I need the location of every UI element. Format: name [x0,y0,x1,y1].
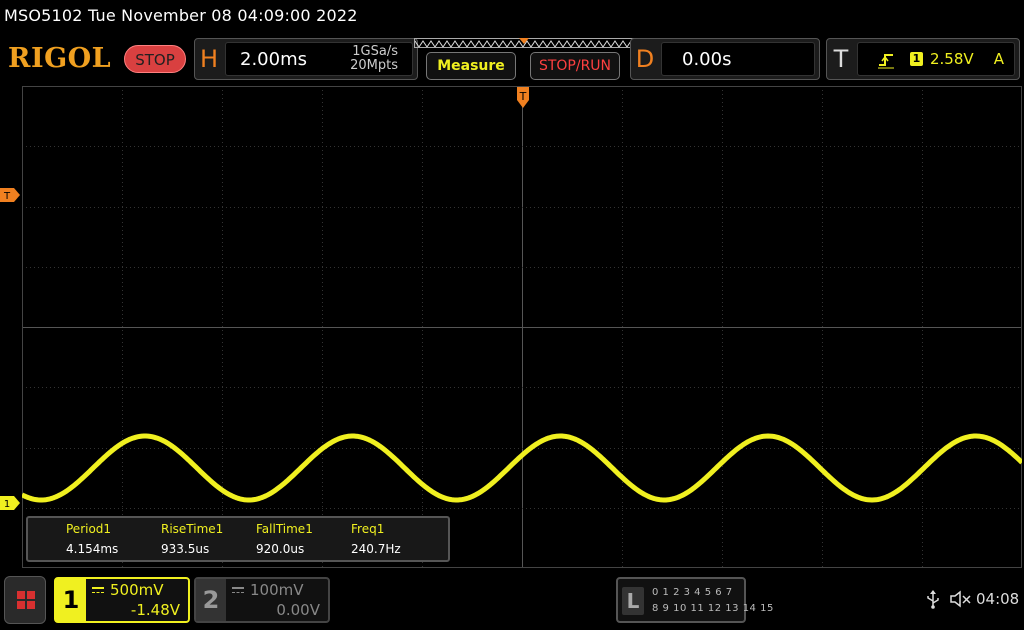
window-title: MSO5102 Tue November 08 04:09:00 2022 [4,6,358,25]
system-clock: 04:08 [976,590,1020,608]
measurement-value: 920.0us [256,542,305,556]
measurement-name: RiseTime1 [161,522,224,536]
measurement-value: 933.5us [161,542,210,556]
logic-channels-row1: 0 1 2 3 4 5 6 7 [652,587,733,598]
trigger-level-value: 2.58V [930,50,974,68]
menu-grid-icon [27,601,35,609]
channel1-marker-text: 1 [4,499,10,510]
channel2-scale: 100mV [250,581,304,599]
trigger-source-badge: 1 [910,52,923,66]
acquisition-info: 1GSa/s 20Mpts [350,45,398,73]
channel1-offset-marker[interactable]: 1 [0,496,20,510]
sample-rate: 1GSa/s [352,44,398,59]
channel1-number: 1 [56,579,86,621]
trigger-label: T [833,45,849,73]
measurement-period: Period1 4.154ms [66,522,118,556]
dc-coupling-icon [92,587,104,593]
horizontal-readout: 2.00ms 1GSa/s 20Mpts [225,42,413,76]
channel2-box[interactable]: 2 100mV 0.00V [194,577,330,623]
channel1-box[interactable]: 1 500mV -1.48V [54,577,190,623]
logic-channels-row2: 8 9 10 11 12 13 14 15 [652,603,774,614]
trigger-mode: A [993,50,1004,68]
usb-icon [927,590,939,609]
trigger-panel[interactable]: T 1 2.58V A [826,38,1020,80]
delay-label: D [635,45,655,73]
main-menu-button[interactable] [4,576,46,624]
trigger-readout: 1 2.58V A [857,42,1015,76]
run-state-indicator[interactable]: STOP [124,45,186,73]
stop-run-button[interactable]: STOP/RUN [530,52,620,80]
logic-label: L [622,587,644,615]
measurement-name: FallTime1 [256,522,313,536]
channel1-waveform [22,433,1022,503]
menu-grid-icon [17,601,25,609]
measurement-value: 4.154ms [66,542,119,556]
trigger-position-marker[interactable]: T [516,86,530,110]
speaker-muted-icon[interactable] [950,590,972,608]
channel1-trace [22,433,1022,503]
measurement-rise-time: RiseTime1 933.5us [161,522,223,556]
horizontal-label: H [199,45,219,73]
measurement-name: Period1 [66,522,112,536]
memory-depth: 20Mpts [350,58,398,73]
measurement-name: Freq1 [351,522,385,536]
delay-panel[interactable]: D 0.00s [630,38,820,80]
measurement-fall-time: FallTime1 920.0us [256,522,313,556]
trigger-level-text: T [3,191,11,202]
title-bar: MSO5102 Tue November 08 04:09:00 2022 [0,0,1024,34]
trigger-level-marker[interactable]: T [0,188,20,202]
horizontal-panel[interactable]: H 2.00ms 1GSa/s 20Mpts [194,38,418,80]
waveform-grid[interactable] [22,86,1022,568]
channel2-number: 2 [196,579,226,621]
timebase-value: 2.00ms [240,49,307,70]
channel2-offset: 0.00V [276,601,320,619]
channel1-offset: -1.48V [130,601,180,619]
menu-grid-icon [17,591,25,599]
measurement-panel[interactable]: Period1 4.154ms RiseTime1 933.5us FallTi… [26,516,450,562]
logic-analyzer-box[interactable]: L 0 1 2 3 4 5 6 7 8 9 10 11 12 13 14 15 [616,577,773,623]
trigger-position-text: T [519,90,527,103]
memory-trigger-marker [519,38,529,44]
rising-edge-icon [878,54,894,69]
channel1-scale: 500mV [110,581,164,599]
measurement-value: 240.7Hz [351,542,401,556]
measurement-frequency: Freq1 240.7Hz [351,522,401,556]
menu-grid-icon [27,591,35,599]
rigol-logo: RIGOL [8,43,112,74]
delay-readout: 0.00s [661,42,815,76]
measure-button[interactable]: Measure [426,52,516,80]
dc-coupling-icon [232,587,244,593]
delay-value: 0.00s [682,49,732,70]
